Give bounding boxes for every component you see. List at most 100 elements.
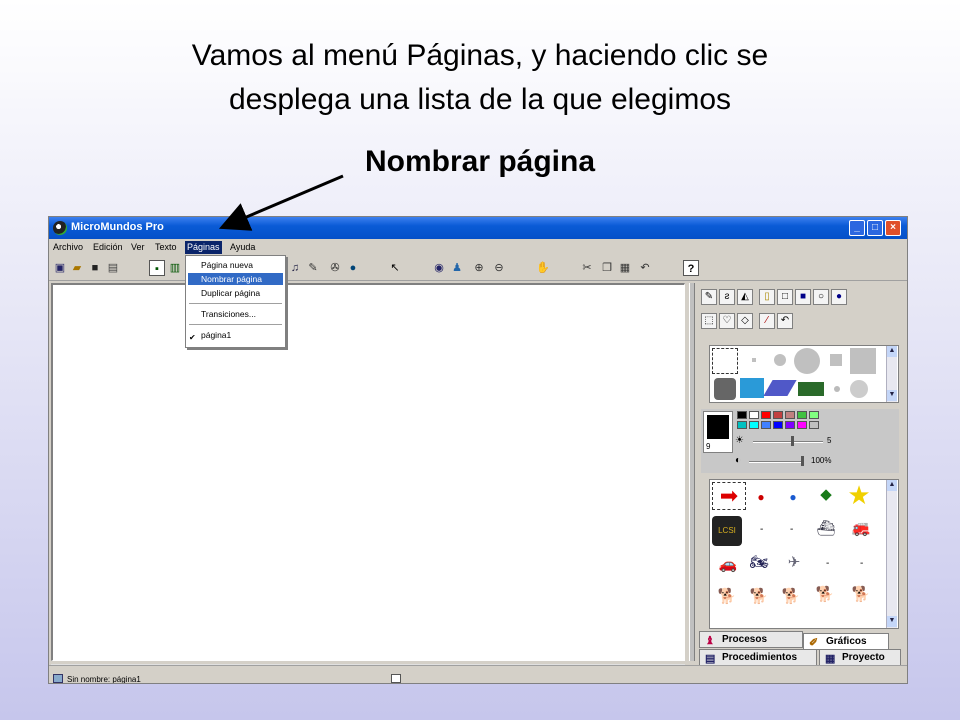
menu-archivo[interactable]: Archivo	[51, 241, 85, 254]
eye-icon[interactable]: ◉	[431, 260, 447, 276]
eyedropper-icon[interactable]: ⁄	[759, 313, 775, 329]
page-canvas[interactable]	[51, 283, 685, 661]
fill-bucket-icon[interactable]: ◭	[737, 289, 753, 305]
tools-icon[interactable]: ✎	[305, 260, 321, 276]
color-swatch[interactable]	[797, 411, 807, 419]
minimize-icon[interactable]: _	[849, 220, 865, 236]
zoom-in-icon[interactable]: ⊕	[471, 260, 487, 276]
open-icon[interactable]: ▰	[69, 260, 85, 276]
filled-rectangle-icon[interactable]: ■	[795, 289, 811, 305]
circle-icon[interactable]: ○	[813, 289, 829, 305]
help-icon[interactable]: ?	[683, 260, 699, 276]
brush-tiny[interactable]	[752, 358, 756, 362]
brush-soft-large[interactable]	[850, 380, 868, 398]
filled-circle-icon[interactable]: ●	[831, 289, 847, 305]
brush-texture-1[interactable]	[714, 378, 736, 400]
color-swatch[interactable]	[809, 411, 819, 419]
shapes-scrollbar[interactable]: ▲ ▼	[886, 480, 897, 628]
color-swatch[interactable]	[761, 411, 771, 419]
brush-small-square[interactable]	[830, 354, 842, 366]
select-icon[interactable]: ⬚	[701, 313, 717, 329]
lcsi-badge-shape[interactable]: LCSI	[712, 516, 742, 546]
green-diamond-shape[interactable]: ◆	[816, 486, 836, 504]
color-swatch[interactable]	[773, 411, 783, 419]
page-view-icon[interactable]: ▪	[149, 260, 165, 276]
save-icon[interactable]: ■	[87, 260, 103, 276]
firetruck-shape[interactable]: 🚒	[844, 520, 878, 538]
menu-edicion[interactable]: Edición	[91, 241, 125, 254]
lasso-icon[interactable]: ♡	[719, 313, 735, 329]
menu-option-nombrar-pagina[interactable]: Nombrar página	[188, 273, 283, 285]
brush-small-circle[interactable]	[774, 354, 786, 366]
red-arrow-shape[interactable]: ➡	[712, 482, 746, 510]
brush-texture-4[interactable]	[798, 382, 824, 396]
boat-shape[interactable]: ⛴	[810, 520, 842, 538]
menu-paginas[interactable]: Páginas	[185, 241, 222, 254]
stamp-icon[interactable]: ♟	[449, 260, 465, 276]
menu-ver[interactable]: Ver	[129, 241, 147, 254]
red-ball-shape[interactable]: ●	[754, 488, 768, 506]
menu-option-transiciones[interactable]: Transiciones...	[188, 308, 283, 320]
tab-proyecto[interactable]: ▦ Proyecto	[819, 649, 901, 666]
brush-selected[interactable]	[712, 348, 738, 374]
menu-option-pagina1[interactable]: página1	[188, 329, 283, 341]
dog-shape[interactable]: 🐕	[776, 588, 806, 606]
undo-paint-icon[interactable]: ↶	[777, 313, 793, 329]
empty-slot[interactable]: -	[860, 558, 863, 569]
yellow-star-shape[interactable]: ★	[842, 480, 876, 510]
brush-large-square[interactable]	[850, 348, 876, 374]
rectangle-icon[interactable]: □	[777, 289, 793, 305]
dog-shape[interactable]: 🐕	[712, 588, 742, 606]
tab-procesos[interactable]: ♝ Procesos	[699, 631, 803, 648]
print-icon[interactable]: ▤	[105, 260, 121, 276]
color-swatch[interactable]	[785, 421, 795, 429]
red-car-shape[interactable]: 🚗	[712, 556, 744, 574]
blue-ball-shape[interactable]: ●	[786, 488, 800, 506]
current-color[interactable]: 9	[703, 411, 733, 453]
brush-texture-3[interactable]	[763, 380, 797, 396]
scroll-down-icon[interactable]: ▼	[887, 616, 897, 627]
color-swatch[interactable]	[749, 411, 759, 419]
color-swatch[interactable]	[749, 421, 759, 429]
brush-texture-2[interactable]	[740, 378, 764, 398]
menu-ayuda[interactable]: Ayuda	[228, 241, 257, 254]
video-icon[interactable]: ✇	[327, 260, 343, 276]
panel-splitter[interactable]	[689, 283, 695, 661]
opacity-slider[interactable]	[749, 461, 801, 463]
empty-slot[interactable]: -	[826, 558, 829, 569]
brush-icon[interactable]: ƨ	[719, 289, 735, 305]
empty-slot[interactable]: -	[760, 524, 763, 535]
maximize-icon[interactable]: □	[867, 220, 883, 236]
undo-icon[interactable]: ↶	[637, 260, 653, 276]
brush-scrollbar[interactable]: ▲ ▼	[886, 346, 897, 402]
airplane-shape[interactable]: ✈	[778, 554, 810, 572]
close-icon[interactable]: ×	[885, 220, 901, 236]
brightness-slider[interactable]	[753, 441, 823, 443]
pencil-icon[interactable]: ✎	[701, 289, 717, 305]
color-swatch[interactable]	[785, 411, 795, 419]
dog-shape[interactable]: 🐕	[744, 588, 774, 606]
menu-option-pagina-nueva[interactable]: Página nueva	[188, 259, 283, 271]
opacity-thumb[interactable]	[801, 456, 804, 466]
color-swatch[interactable]	[737, 411, 747, 419]
menu-option-duplicar-pagina[interactable]: Duplicar página	[188, 287, 283, 299]
new-page-icon[interactable]: ▣	[52, 260, 68, 276]
color-swatch[interactable]	[737, 421, 747, 429]
stop-icon[interactable]: ✋	[535, 260, 551, 276]
dalmatian-shape[interactable]: 🐕	[844, 586, 878, 604]
scroll-down-icon[interactable]: ▼	[887, 390, 897, 401]
tab-procedimientos[interactable]: ▤ Procedimientos	[699, 649, 817, 666]
cut-icon[interactable]: ✂	[579, 260, 595, 276]
pointer-icon[interactable]: ↖	[387, 260, 403, 276]
tab-graficos[interactable]: ✐ Gráficos	[803, 633, 889, 650]
empty-slot[interactable]: -	[790, 524, 793, 535]
brush-soft-small[interactable]	[834, 386, 840, 392]
color-swatch[interactable]	[773, 421, 783, 429]
music-icon[interactable]: ♫	[287, 260, 303, 276]
menu-texto[interactable]: Texto	[153, 241, 179, 254]
brush-large-circle[interactable]	[794, 348, 820, 374]
title-bar[interactable]: MicroMundos Pro _ □ ×	[49, 217, 907, 239]
color-swatch[interactable]	[761, 421, 771, 429]
motorbike-shape[interactable]: 🏍	[744, 554, 774, 572]
spray-icon[interactable]: ▯	[759, 289, 775, 305]
